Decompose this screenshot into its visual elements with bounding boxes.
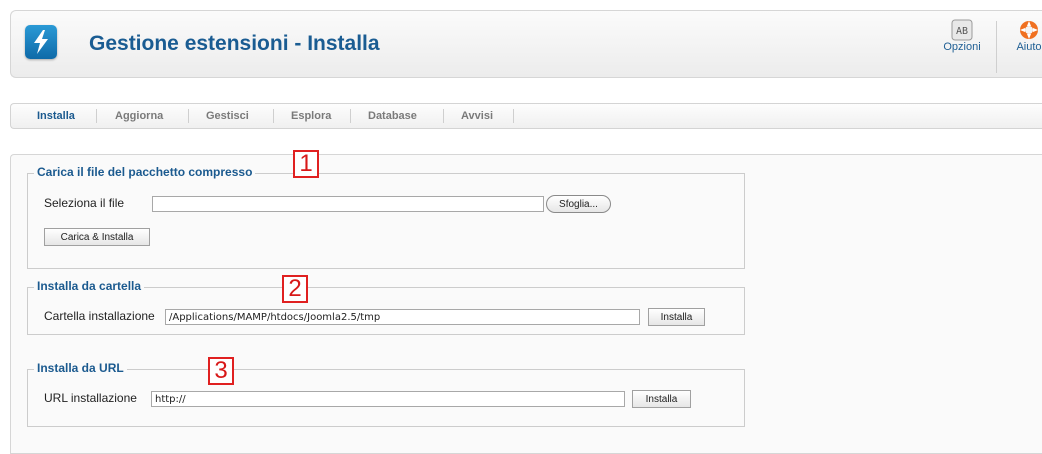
upload-package-section: Carica il file del pacchetto compresso S…: [27, 165, 745, 269]
options-label: Opzioni: [943, 41, 981, 53]
tab-divider: [513, 109, 514, 123]
help-button[interactable]: Aiuto: [1011, 19, 1042, 53]
tab-divider: [188, 109, 189, 123]
tab-divider: [273, 109, 274, 123]
install-folder-button[interactable]: Installa: [648, 308, 705, 326]
tab-bar: Installa Aggiorna Gestisci Esplora Datab…: [10, 103, 1042, 129]
url-input[interactable]: [151, 391, 625, 407]
tab-aggiorna[interactable]: Aggiorna: [115, 110, 163, 122]
lifebuoy-icon: [1017, 19, 1041, 41]
toolbar-header: Gestione estensioni - Installa AB Opzion…: [10, 10, 1042, 78]
browse-button[interactable]: Sfoglia...: [546, 195, 611, 213]
folder-section-title: Installa da cartella: [34, 279, 145, 293]
tab-gestisci[interactable]: Gestisci: [206, 110, 249, 122]
upload-section-title: Carica il file del pacchetto compresso: [34, 165, 256, 179]
options-button[interactable]: AB Opzioni: [939, 19, 985, 53]
install-url-button[interactable]: Installa: [632, 390, 691, 408]
url-section-title: Installa da URL: [34, 361, 127, 375]
tab-esplora[interactable]: Esplora: [291, 110, 331, 122]
callout-1: 1: [293, 150, 319, 178]
lightning-bolt-icon: [25, 25, 57, 59]
url-label: URL installazione: [44, 391, 137, 405]
install-url-section: Installa da URL URL installazione Instal…: [27, 361, 745, 427]
install-folder-section: Installa da cartella Cartella installazi…: [27, 279, 745, 335]
options-icon: AB: [950, 19, 974, 41]
page-title: Gestione estensioni - Installa: [89, 32, 380, 55]
tab-divider: [96, 109, 97, 123]
tab-installa[interactable]: Installa: [37, 110, 75, 122]
toolbar-divider: [996, 21, 997, 73]
callout-2: 2: [282, 275, 308, 303]
folder-label: Cartella installazione: [44, 309, 155, 323]
file-path-input[interactable]: [152, 196, 544, 212]
upload-install-button[interactable]: Carica & Installa: [44, 228, 150, 246]
tab-avvisi[interactable]: Avvisi: [461, 110, 493, 122]
callout-3: 3: [208, 357, 234, 385]
tab-divider: [443, 109, 444, 123]
tab-divider: [350, 109, 351, 123]
file-label: Seleziona il file: [44, 196, 125, 210]
svg-text:AB: AB: [956, 26, 968, 37]
folder-path-input[interactable]: [165, 309, 640, 325]
install-panel: Carica il file del pacchetto compresso S…: [10, 150, 1042, 454]
tab-database[interactable]: Database: [368, 110, 417, 122]
help-label: Aiuto: [1016, 41, 1042, 53]
